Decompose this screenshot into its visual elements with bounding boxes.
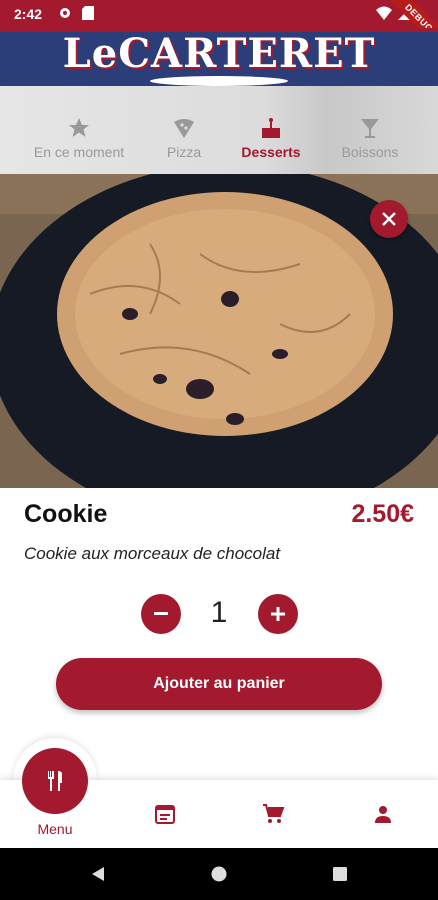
decrease-quantity-button[interactable] [141,594,181,634]
settings-icon [60,8,70,18]
system-navigation-bar [0,848,438,900]
back-icon[interactable] [90,866,106,882]
add-to-cart-button[interactable]: Ajouter au panier [56,658,382,710]
tab-label: Desserts [241,144,301,160]
cart-icon[interactable] [261,802,285,826]
brand-logo: LeCARTERET [62,30,376,77]
product-description: Cookie aux morceaux de chocolat [24,544,281,563]
increase-quantity-button[interactable] [258,594,298,634]
nav-menu-button[interactable] [22,748,88,814]
tab-label: Boissons [341,144,399,160]
plus-icon [271,607,285,621]
sd-card-icon [82,6,94,20]
cake-icon [262,118,280,138]
pizza-icon [174,119,194,138]
close-button[interactable] [370,200,408,238]
recents-icon[interactable] [332,866,348,882]
product-name: Cookie [24,500,108,528]
tab-boissons[interactable]: Boissons [315,116,425,162]
cocktail-icon [361,119,379,138]
logo-swash [150,76,288,86]
home-icon[interactable] [211,866,227,882]
category-tabs: En ce moment Pizza Desserts Boissons [0,86,438,174]
menu-icon [48,771,62,791]
nav-menu-label: Menu [37,821,73,837]
minus-icon [154,612,168,615]
tab-desserts[interactable]: Desserts [216,116,326,162]
person-icon[interactable] [371,802,395,826]
close-icon [382,212,396,226]
app-header: LeCARTERET [0,28,438,86]
star-icon [69,118,89,137]
status-bar: 2:42 DEBUG [0,0,438,56]
tab-en-ce-moment[interactable]: En ce moment [24,116,134,162]
tab-label: En ce moment [33,144,125,160]
quantity-value: 1 [210,596,228,629]
calendar-icon[interactable] [153,802,177,826]
tab-label: Pizza [166,144,202,160]
product-price: 2.50€ [351,500,414,528]
status-time: 2:42 [14,6,43,22]
wifi-icon [376,6,392,20]
